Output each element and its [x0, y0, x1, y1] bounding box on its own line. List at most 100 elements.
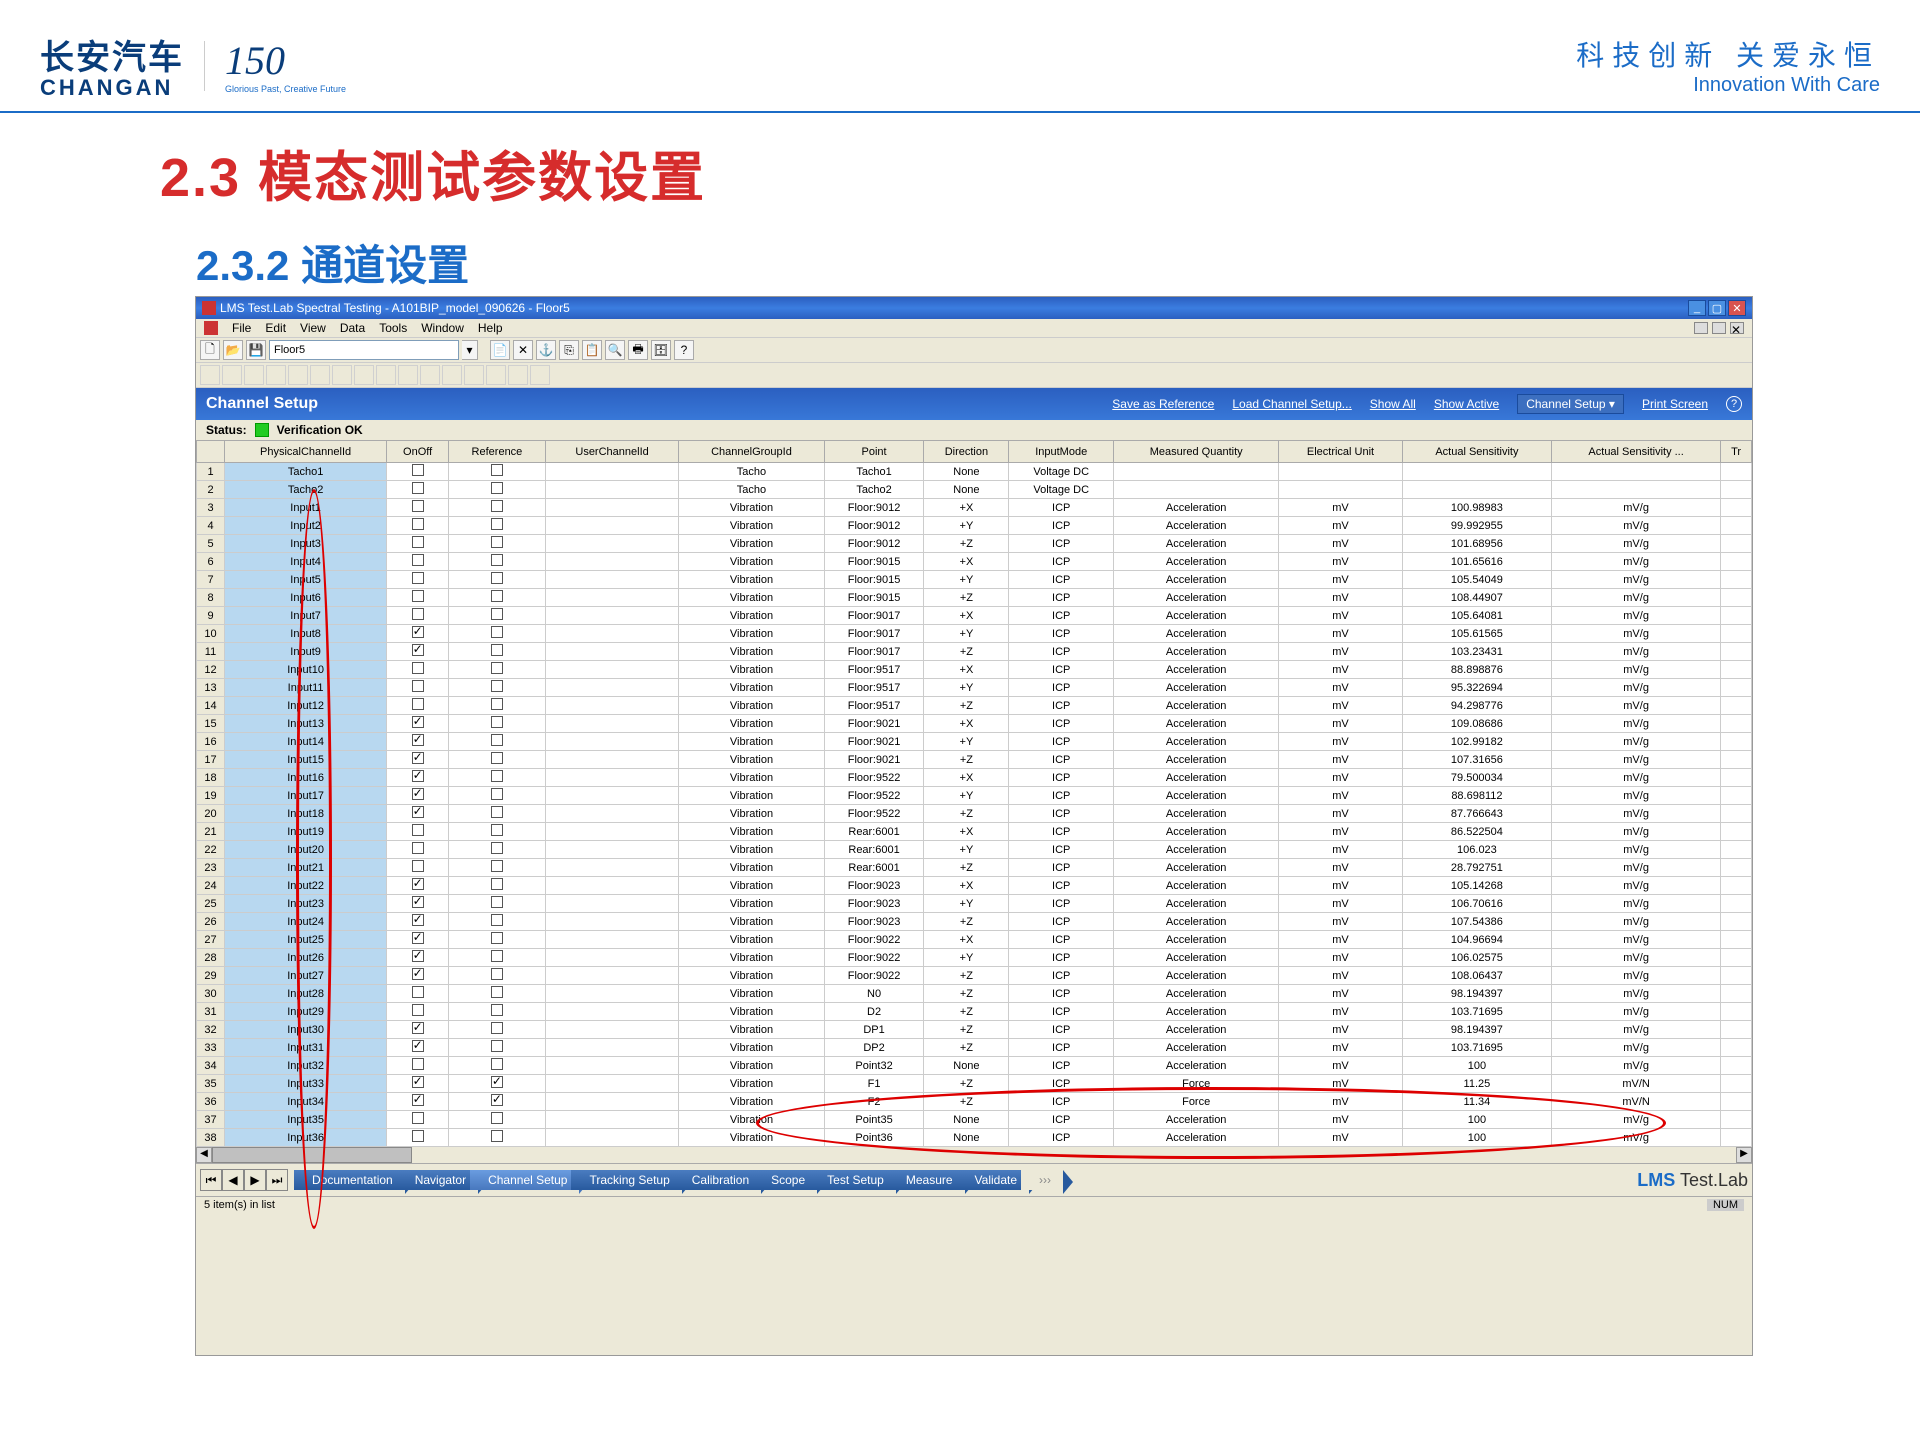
- step-scope[interactable]: Scope: [753, 1170, 817, 1190]
- tb2-3[interactable]: [244, 365, 264, 385]
- menu-view[interactable]: View: [300, 321, 326, 335]
- table-row[interactable]: 35Input33VibrationF1+ZICPForcemV11.25mV/…: [197, 1075, 1752, 1093]
- tb2-15[interactable]: [508, 365, 528, 385]
- table-row[interactable]: 1Tacho1TachoTacho1NoneVoltage DC: [197, 463, 1752, 481]
- tb2-14[interactable]: [486, 365, 506, 385]
- nav-next-icon[interactable]: ▶: [244, 1169, 266, 1191]
- table-row[interactable]: 33Input31VibrationDP2+ZICPAccelerationmV…: [197, 1039, 1752, 1057]
- menu-help[interactable]: Help: [478, 321, 503, 335]
- table-row[interactable]: 36Input34VibrationF2+ZICPForcemV11.34mV/…: [197, 1093, 1752, 1111]
- table-row[interactable]: 20Input18VibrationFloor:9522+ZICPAcceler…: [197, 805, 1752, 823]
- new-icon[interactable]: 🗋: [200, 340, 220, 360]
- minimize-button[interactable]: _: [1688, 300, 1706, 316]
- table-row[interactable]: 10Input8VibrationFloor:9017+YICPAccelera…: [197, 625, 1752, 643]
- table-row[interactable]: 25Input23VibrationFloor:9023+YICPAcceler…: [197, 895, 1752, 913]
- col-direction[interactable]: Direction: [924, 441, 1009, 463]
- step-test-setup[interactable]: Test Setup: [809, 1170, 896, 1190]
- tb-newsect-icon[interactable]: 📄: [490, 340, 510, 360]
- col-electrical-unit[interactable]: Electrical Unit: [1279, 441, 1403, 463]
- table-row[interactable]: 18Input16VibrationFloor:9522+XICPAcceler…: [197, 769, 1752, 787]
- tb2-8[interactable]: [354, 365, 374, 385]
- col-actual-sensitivity[interactable]: Actual Sensitivity: [1402, 441, 1551, 463]
- table-row[interactable]: 27Input25VibrationFloor:9022+XICPAcceler…: [197, 931, 1752, 949]
- nav-first-icon[interactable]: ⏮: [200, 1169, 222, 1191]
- table-row[interactable]: 24Input22VibrationFloor:9023+XICPAcceler…: [197, 877, 1752, 895]
- tb-copy-icon[interactable]: ⎘: [559, 340, 579, 360]
- menu-data[interactable]: Data: [340, 321, 365, 335]
- menu-edit[interactable]: Edit: [265, 321, 286, 335]
- step-navigator[interactable]: Navigator: [397, 1170, 478, 1190]
- step-calibration[interactable]: Calibration: [674, 1170, 761, 1190]
- col-channelgroupid[interactable]: ChannelGroupId: [679, 441, 824, 463]
- open-icon[interactable]: 📂: [223, 340, 243, 360]
- col-userchannelid[interactable]: UserChannelId: [545, 441, 678, 463]
- tb-help-icon[interactable]: ?: [674, 340, 694, 360]
- scroll-right-icon[interactable]: ▶: [1736, 1147, 1752, 1163]
- table-row[interactable]: 4Input2VibrationFloor:9012+YICPAccelerat…: [197, 517, 1752, 535]
- menu-tools[interactable]: Tools: [379, 321, 407, 335]
- tb2-11[interactable]: [420, 365, 440, 385]
- col-measured-quantity[interactable]: Measured Quantity: [1114, 441, 1279, 463]
- col-tr[interactable]: Tr: [1721, 441, 1752, 463]
- step-channel-setup[interactable]: Channel Setup: [470, 1170, 579, 1190]
- tb-db-icon[interactable]: 🗄: [651, 340, 671, 360]
- tb2-10[interactable]: [398, 365, 418, 385]
- table-row[interactable]: 2Tacho2TachoTacho2NoneVoltage DC: [197, 481, 1752, 499]
- table-row[interactable]: 13Input11VibrationFloor:9517+YICPAcceler…: [197, 679, 1752, 697]
- table-row[interactable]: 12Input10VibrationFloor:9517+XICPAcceler…: [197, 661, 1752, 679]
- table-row[interactable]: 6Input4VibrationFloor:9015+XICPAccelerat…: [197, 553, 1752, 571]
- table-row[interactable]: 37Input35VibrationPoint35NoneICPAccelera…: [197, 1111, 1752, 1129]
- tb2-9[interactable]: [376, 365, 396, 385]
- tb2-1[interactable]: [200, 365, 220, 385]
- step-tracking-setup[interactable]: Tracking Setup: [571, 1170, 681, 1190]
- table-row[interactable]: 11Input9VibrationFloor:9017+ZICPAccelera…: [197, 643, 1752, 661]
- table-row[interactable]: 9Input7VibrationFloor:9017+XICPAccelerat…: [197, 607, 1752, 625]
- table-row[interactable]: 15Input13VibrationFloor:9021+XICPAcceler…: [197, 715, 1752, 733]
- channel-grid[interactable]: PhysicalChannelIdOnOffReferenceUserChann…: [196, 440, 1752, 1147]
- mdi-restore-icon[interactable]: [1712, 322, 1726, 334]
- tb2-13[interactable]: [464, 365, 484, 385]
- table-row[interactable]: 16Input14VibrationFloor:9021+YICPAcceler…: [197, 733, 1752, 751]
- table-row[interactable]: 23Input21VibrationRear:6001+ZICPAccelera…: [197, 859, 1752, 877]
- scroll-left-icon[interactable]: ◀: [196, 1147, 212, 1163]
- tb2-2[interactable]: [222, 365, 242, 385]
- window-titlebar[interactable]: LMS Test.Lab Spectral Testing - A101BIP_…: [196, 297, 1752, 319]
- step-validate[interactable]: Validate: [957, 1170, 1029, 1190]
- col-inputmode[interactable]: InputMode: [1009, 441, 1114, 463]
- col-onoff[interactable]: OnOff: [387, 441, 449, 463]
- col-point[interactable]: Point: [824, 441, 924, 463]
- tb-paste-icon[interactable]: 📋: [582, 340, 602, 360]
- link-print-screen[interactable]: Print Screen: [1642, 397, 1708, 411]
- menu-window[interactable]: Window: [421, 321, 464, 335]
- table-row[interactable]: 34Input32VibrationPoint32NoneICPAccelera…: [197, 1057, 1752, 1075]
- tb-preview-icon[interactable]: 🔍: [605, 340, 625, 360]
- table-row[interactable]: 3Input1VibrationFloor:9012+XICPAccelerat…: [197, 499, 1752, 517]
- table-row[interactable]: 8Input6VibrationFloor:9015+ZICPAccelerat…: [197, 589, 1752, 607]
- step-more-icon[interactable]: ›››: [1021, 1170, 1063, 1190]
- section-dropdown-icon[interactable]: ▾: [462, 340, 478, 360]
- save-icon[interactable]: 💾: [246, 340, 266, 360]
- help-icon[interactable]: ?: [1726, 396, 1742, 412]
- tb-print-icon[interactable]: 🖶: [628, 340, 648, 360]
- link-save-reference[interactable]: Save as Reference: [1112, 397, 1214, 411]
- table-row[interactable]: 31Input29VibrationD2+ZICPAccelerationmV1…: [197, 1003, 1752, 1021]
- col-actual-sensitivity-[interactable]: Actual Sensitivity ...: [1552, 441, 1721, 463]
- table-row[interactable]: 22Input20VibrationRear:6001+YICPAccelera…: [197, 841, 1752, 859]
- tb2-12[interactable]: [442, 365, 462, 385]
- tb-anchor-icon[interactable]: ⚓: [536, 340, 556, 360]
- nav-last-icon[interactable]: ⏭: [266, 1169, 288, 1191]
- table-row[interactable]: 17Input15VibrationFloor:9021+ZICPAcceler…: [197, 751, 1752, 769]
- table-row[interactable]: 7Input5VibrationFloor:9015+YICPAccelerat…: [197, 571, 1752, 589]
- tb2-4[interactable]: [266, 365, 286, 385]
- horizontal-scrollbar[interactable]: ◀ ▶: [196, 1147, 1752, 1163]
- table-row[interactable]: 32Input30VibrationDP1+ZICPAccelerationmV…: [197, 1021, 1752, 1039]
- table-row[interactable]: 38Input36VibrationPoint36NoneICPAccelera…: [197, 1129, 1752, 1147]
- menu-file[interactable]: File: [232, 321, 251, 335]
- scroll-thumb[interactable]: [212, 1147, 412, 1163]
- channel-setup-dropdown[interactable]: Channel Setup ▾: [1517, 394, 1624, 414]
- link-show-all[interactable]: Show All: [1370, 397, 1416, 411]
- maximize-button[interactable]: ▢: [1708, 300, 1726, 316]
- table-row[interactable]: 29Input27VibrationFloor:9022+ZICPAcceler…: [197, 967, 1752, 985]
- table-row[interactable]: 21Input19VibrationRear:6001+XICPAccelera…: [197, 823, 1752, 841]
- nav-prev-icon[interactable]: ◀: [222, 1169, 244, 1191]
